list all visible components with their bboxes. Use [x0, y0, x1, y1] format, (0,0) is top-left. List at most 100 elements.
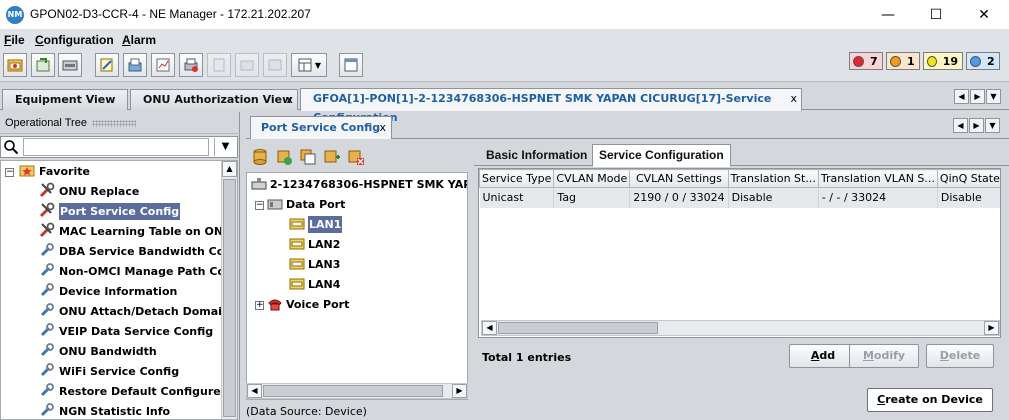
scroll-left-icon[interactable]: ◀: [482, 321, 497, 335]
tree-item[interactable]: DBA Service Bandwidth Config: [39, 242, 237, 262]
chevron-down-icon[interactable]: ▼: [214, 138, 236, 156]
scrollbar-thumb[interactable]: [498, 322, 658, 334]
scroll-right-icon[interactable]: ▶: [452, 384, 467, 398]
table-row[interactable]: Unicast Tag 2190 / 0 / 33024 Disable - / - /…: [479, 187, 1000, 208]
scrollbar-thumb[interactable]: [263, 385, 443, 397]
scroll-right-icon[interactable]: ▶: [984, 321, 999, 335]
toolbar-device-button[interactable]: [58, 53, 82, 77]
tab-scroll-left-icon[interactable]: ◀: [954, 89, 969, 104]
menu-file[interactable]: File: [4, 33, 25, 47]
tree-node-device[interactable]: 2-1234768306-HSPNET SMK YAPAN CICURUG: [251, 175, 467, 195]
maximize-button[interactable]: ☐: [913, 0, 959, 30]
database-copy-icon[interactable]: [299, 148, 317, 166]
scrollbar-thumb[interactable]: [223, 179, 236, 417]
tree-item[interactable]: Device Information: [39, 282, 177, 302]
warning-alarm-count[interactable]: 2: [966, 52, 1000, 70]
tab-list-dropdown-icon[interactable]: ▼: [985, 118, 1000, 133]
tree-item[interactable]: MAC Learning Table on ONU: [39, 222, 232, 242]
column-header[interactable]: CVLAN Settings: [629, 169, 729, 188]
table-cell: Disable: [937, 187, 1000, 208]
config-tool-icon: [40, 323, 54, 337]
database-icon[interactable]: [251, 148, 269, 166]
collapse-favorite-icon[interactable]: −: [5, 168, 14, 177]
scroll-up-icon[interactable]: ▲: [222, 161, 237, 177]
tab-service-configuration-detail[interactable]: Service Configuration: [592, 144, 731, 167]
menu-alarm[interactable]: Alarm: [122, 33, 156, 47]
tree-item[interactable]: NGN Statistic Info: [39, 402, 170, 419]
print-icon: [184, 58, 198, 72]
minor-alarm-count[interactable]: 19: [923, 52, 963, 70]
close-window-button[interactable]: ✕: [961, 0, 1007, 30]
table-cell: Unicast: [479, 187, 555, 208]
search-icon[interactable]: [3, 139, 19, 155]
tree-item[interactable]: Restore Default Configure: [39, 382, 221, 402]
minimize-button[interactable]: —: [865, 0, 911, 30]
drag-grip[interactable]: [92, 120, 136, 127]
toolbar-print-button[interactable]: [179, 53, 203, 77]
menu-configuration[interactable]: Configuration: [35, 33, 114, 47]
close-tab-icon[interactable]: x: [379, 117, 386, 138]
collapse-data-port-icon[interactable]: −: [255, 201, 264, 210]
tree-node-lan[interactable]: LAN1: [289, 215, 343, 235]
tree-node-voice-port[interactable]: Voice Port: [267, 295, 349, 315]
close-tab-icon[interactable]: x: [790, 89, 797, 108]
create-on-device-button[interactable]: Create on Device: [867, 388, 993, 412]
tab-port-service-config[interactable]: Port Service Config x: [250, 116, 392, 139]
port-tree-horizontal-scrollbar[interactable]: ◀ ▶: [246, 383, 468, 399]
tree-node-favorite[interactable]: Favorite: [19, 162, 90, 182]
tree-search-input[interactable]: [23, 138, 209, 156]
toolbar-disabled-2[interactable]: [235, 53, 259, 77]
expand-voice-port-icon[interactable]: +: [255, 301, 264, 310]
tree-node-data-port[interactable]: Data Port: [267, 195, 345, 215]
column-header[interactable]: Translation St...: [727, 169, 819, 188]
tree-item[interactable]: Port Service Config: [39, 202, 181, 222]
column-header[interactable]: Translation VLAN S...: [817, 169, 938, 188]
toolbar-layout-dropdown[interactable]: ▼: [291, 53, 327, 77]
database-delete-icon[interactable]: [347, 148, 365, 166]
column-header[interactable]: CVLAN Mode: [553, 169, 631, 188]
scroll-left-icon[interactable]: ◀: [247, 384, 262, 398]
edit-icon: [100, 58, 113, 72]
tree-node-lan[interactable]: LAN3: [289, 255, 340, 275]
tab-scroll-right-icon[interactable]: ▶: [970, 89, 985, 104]
tree-item[interactable]: VEIP Data Service Config: [39, 322, 213, 342]
tree-vertical-scrollbar[interactable]: ▲: [221, 161, 237, 419]
tab-scroll-left-icon[interactable]: ◀: [953, 118, 968, 133]
config-tool-icon: [40, 243, 54, 257]
tree-item[interactable]: ONU Attach/Detach Domain: [39, 302, 230, 322]
toolbar-edit-button[interactable]: [95, 53, 119, 77]
tab-equipment-view[interactable]: Equipment View: [2, 89, 128, 110]
tree-item[interactable]: ONU Replace: [39, 182, 139, 202]
close-tab-icon[interactable]: x: [286, 90, 293, 109]
tree-node-lan[interactable]: LAN4: [289, 275, 340, 295]
toolbar-disabled-3[interactable]: [263, 53, 287, 77]
major-alarm-count[interactable]: 1: [886, 52, 920, 70]
toolbar-window-button[interactable]: [339, 53, 363, 77]
table-horizontal-scrollbar[interactable]: ◀ ▶: [481, 320, 1000, 336]
tree-item[interactable]: ONU Bandwidth: [39, 342, 157, 362]
database-refresh-icon[interactable]: [275, 148, 293, 166]
phone-icon: [268, 299, 282, 311]
toolbar-home-button[interactable]: [3, 53, 27, 77]
port-tree-toolbar: [246, 142, 468, 170]
tab-service-configuration[interactable]: GFOA[1]-PON[1]-2-1234768306-HSPNET SMK Y…: [300, 88, 802, 124]
critical-alarm-count[interactable]: 7: [849, 52, 883, 70]
warning-alarm-icon: [970, 55, 981, 67]
tree-item[interactable]: Non-OMCI Manage Path Config: [39, 262, 237, 282]
add-button[interactable]: Add: [789, 344, 857, 368]
tree-item[interactable]: WiFi Service Config: [39, 362, 179, 382]
tab-scroll-right-icon[interactable]: ▶: [969, 118, 984, 133]
toolbar-disabled-1[interactable]: [207, 53, 231, 77]
tab-onu-authorization-view[interactable]: ONU Authorization View x: [130, 89, 298, 110]
tree-node-lan[interactable]: LAN2: [289, 235, 340, 255]
column-header[interactable]: QinQ State: [936, 169, 1000, 188]
tab-basic-information[interactable]: Basic Information: [480, 146, 593, 166]
database-add-icon[interactable]: [323, 148, 341, 166]
toolbar-export-button[interactable]: [123, 53, 147, 77]
toolbar-refresh-button[interactable]: [31, 53, 55, 77]
modify-button[interactable]: Modify: [849, 344, 919, 368]
tab-list-dropdown-icon[interactable]: ▼: [986, 89, 1001, 104]
toolbar-report-button[interactable]: [151, 53, 175, 77]
column-header[interactable]: Service Type: [479, 169, 555, 188]
delete-button[interactable]: Delete: [926, 344, 994, 368]
